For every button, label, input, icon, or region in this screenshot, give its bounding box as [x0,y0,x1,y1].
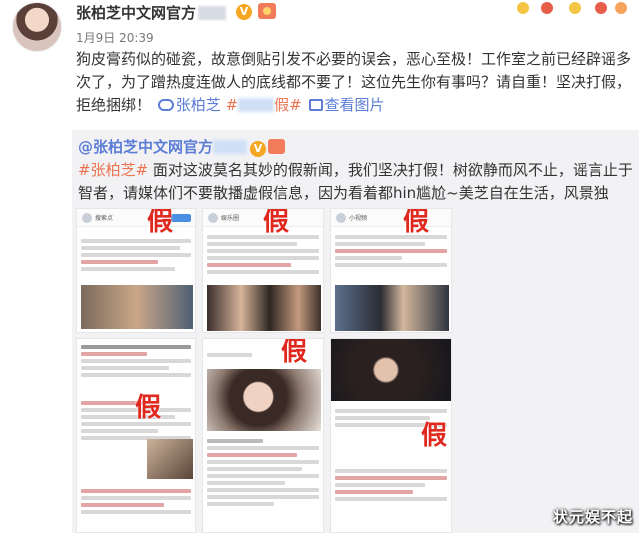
username-text[interactable]: 张柏芝中文网官方 [76,4,196,22]
fake-stamp: 假 [263,208,290,237]
news-screenshot-1[interactable]: 搜索点 假 [76,208,196,333]
avatar [208,213,218,223]
avatar [82,213,92,223]
news-screenshot-2[interactable]: 娱乐圈 假 [202,208,324,333]
screenshot-header: 小视频 [331,209,451,227]
text-lines [335,469,447,504]
screenshot-account-name: 娱乐圈 [221,215,240,222]
text-lines [207,439,319,509]
watermark: 状元娱不起 [552,508,633,526]
blurred-hashtag [238,98,275,112]
repost-author[interactable]: @张柏芝中文网官方 [78,138,213,156]
text-lines [207,235,319,277]
avatar [336,213,346,223]
link-icon [157,99,174,111]
follow-button [171,214,191,222]
screenshot-account-name: 小视频 [349,215,368,222]
post-text: 狗皮膏药似的碰瓷，故意倒贴引发不必要的误会，恶心至极！工作室之前已经辟谣多次了，… [76,48,636,117]
text-lines [81,239,191,274]
screenshot-header: 搜索点 [77,209,195,227]
avatar[interactable] [12,2,62,52]
verified-icon: V [250,141,267,157]
repost-hashtag[interactable]: #张柏芝# [78,161,148,179]
blurred-name-part [198,6,227,20]
news-photo [207,285,321,331]
news-screenshot-4[interactable]: 假 [76,338,196,533]
weibo-post: 张柏芝中文网官方 V 1月9日 20:39 狗皮膏药似的碰瓷，故意倒贴引发不必要… [0,0,639,130]
news-screenshot-6[interactable]: 假 [330,338,452,533]
screenshot-account-name: 搜索点 [95,215,114,222]
fake-stamp: 假 [281,338,308,367]
news-screenshot-3[interactable]: 小视频 假 [330,208,452,333]
news-photo [81,285,193,329]
fan-badge-icon [268,139,286,154]
mention-link[interactable]: 张柏芝 [176,96,221,114]
news-photo [335,285,449,331]
news-photo [207,369,321,431]
text-lines [335,235,447,270]
fake-stamp: 假 [147,208,174,237]
news-photo [147,439,193,479]
hashtag-start[interactable]: # [226,96,239,114]
repost-block: @张柏芝中文网官方 V #张柏芝# 面对这波莫名其妙的假新闻，我们坚决打假！树欲静… [72,130,639,533]
screenshot-grid: 搜索点 假 娱乐圈 假 小视频 假 假 假 假 [76,208,452,533]
news-photo [331,339,451,401]
blurred-author-part [213,140,248,154]
fake-stamp: 假 [135,393,162,423]
post-time[interactable]: 1月9日 20:39 [76,29,154,46]
fake-stamp: 假 [403,208,430,237]
text-lines [81,489,191,517]
news-screenshot-5[interactable]: 假 [202,338,324,533]
post-username[interactable]: 张柏芝中文网官方 [76,2,227,23]
hashtag-end[interactable]: 假# [274,96,302,114]
picture-icon [308,99,323,111]
fake-stamp: 假 [421,421,448,451]
view-pictures-link[interactable]: 查看图片 [325,96,385,114]
decoration-stickers [511,0,631,18]
text-lines [81,345,191,380]
fan-badge-icon [258,3,276,19]
verified-icon: V [236,4,252,20]
